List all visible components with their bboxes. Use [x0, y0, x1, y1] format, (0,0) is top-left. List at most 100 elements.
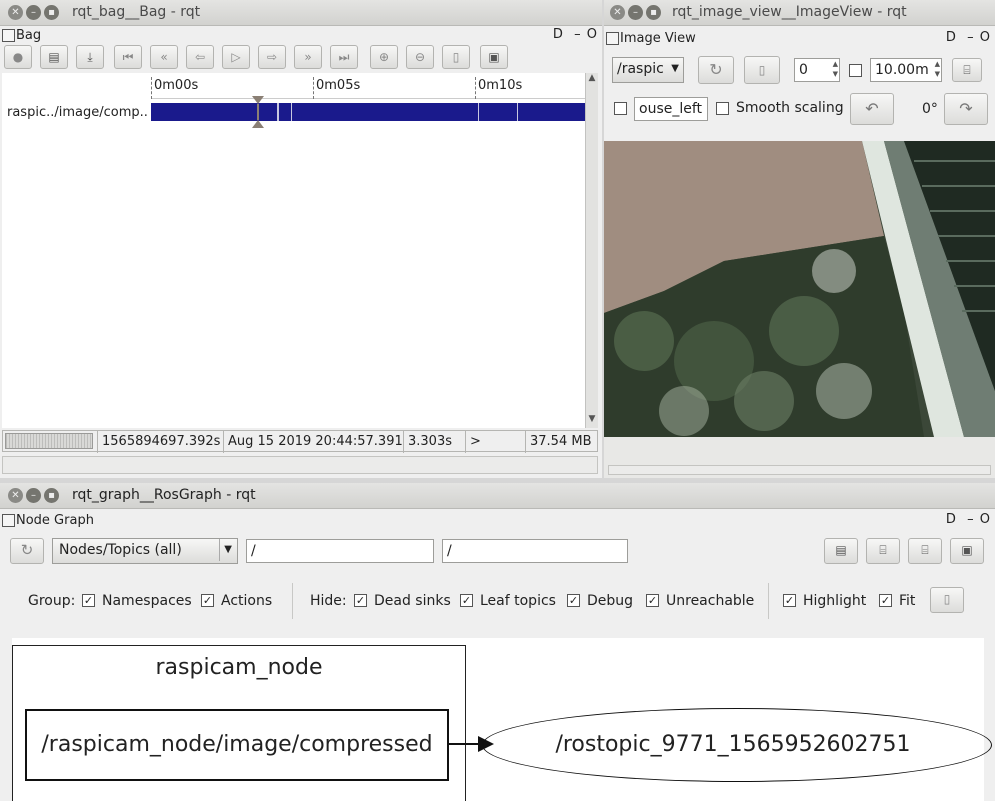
zoom-in-button[interactable]: ⊕: [370, 45, 398, 69]
max-range-value: 10.00m: [875, 62, 929, 78]
tick-label: 0m10s: [478, 78, 523, 93]
dock-controls[interactable]: D – O: [946, 512, 991, 527]
window-title: rqt_graph__RosGraph - rqt: [72, 487, 256, 503]
dock-controls[interactable]: D – O: [553, 27, 598, 42]
camera-frame-graphic: [604, 141, 995, 437]
save-bag-button[interactable]: ⤓: [76, 45, 104, 69]
tick-label: 0m05s: [316, 78, 361, 93]
save-svg-button[interactable]: ⌸: [908, 538, 942, 564]
image-topic-value: /raspic: [617, 61, 664, 77]
dead-sinks-checkbox[interactable]: ✓: [354, 594, 367, 607]
leaf-topics-checkbox[interactable]: ✓: [460, 594, 473, 607]
bag-size-field: 37.54 MB: [525, 431, 599, 453]
load-dot-button[interactable]: ▤: [824, 538, 858, 564]
graph-titlebar[interactable]: ✕ – ▪ rqt_graph__RosGraph - rqt: [0, 483, 995, 509]
dock-title-bar[interactable]: Image View D – O: [604, 29, 995, 49]
save-image-button[interactable]: ▯: [744, 56, 780, 84]
max-range-field[interactable]: 10.00m ▲ ▼: [870, 58, 942, 82]
window-title: rqt_image_view__ImageView - rqt: [672, 4, 907, 20]
maximize-icon[interactable]: ▪: [646, 5, 661, 20]
group-label: Group:: [28, 593, 76, 609]
fit-checkbox[interactable]: ✓: [879, 594, 892, 607]
spin-arrows-icon[interactable]: ▲ ▼: [833, 59, 838, 79]
step-back-button[interactable]: ⇦: [186, 45, 214, 69]
dock-title: Image View: [620, 31, 696, 46]
topic-node[interactable]: /raspicam_node/image/compressed: [25, 709, 449, 781]
leaf-topics-label: Leaf topics: [480, 593, 556, 609]
graph-mode-select[interactable]: Nodes/Topics (all) ▼: [52, 538, 238, 564]
bag-toolbar: ● ▤ ⤓ ⏮ « ⇦ ▷ ⇨ » ⏭ ⊕ ⊖ ▯ ▣: [0, 45, 602, 71]
tick-label: 0m00s: [154, 78, 199, 93]
timeline-area[interactable]: 0m00s 0m05s 0m10s raspic../image/comp..: [2, 73, 585, 428]
camera-image[interactable]: [604, 141, 995, 437]
maximize-icon[interactable]: ▪: [44, 488, 59, 503]
timeline-scrollbar[interactable]: ▲ ▼: [585, 73, 598, 428]
thumbnails-button[interactable]: ▣: [480, 45, 508, 69]
settings-button[interactable]: ⌸: [952, 58, 982, 82]
go-to-start-button[interactable]: ⏮: [114, 45, 142, 69]
spin-value: 0: [799, 62, 808, 78]
namespaces-label: Namespaces: [102, 593, 192, 609]
bag-dock-icon: [2, 29, 15, 42]
record-button[interactable]: ●: [4, 45, 32, 69]
node-filter-input[interactable]: /: [246, 539, 434, 563]
dock-title-bar[interactable]: Node Graph D – O: [0, 511, 995, 531]
spin-arrows-icon[interactable]: ▲ ▼: [935, 59, 940, 79]
rotate-left-button[interactable]: ↶: [850, 93, 894, 125]
image-topic-select[interactable]: /raspic ▼: [612, 57, 684, 83]
mouse-topic-field[interactable]: ouse_left: [634, 97, 708, 121]
load-bag-button[interactable]: ▤: [40, 45, 68, 69]
graph-canvas[interactable]: raspicam_node /raspicam_node/image/compr…: [12, 638, 992, 801]
step-forward-button[interactable]: ⇨: [258, 45, 286, 69]
actions-checkbox[interactable]: ✓: [201, 594, 214, 607]
debug-checkbox[interactable]: ✓: [567, 594, 580, 607]
sink-node-label: /rostopic_9771_1565952602751: [555, 732, 911, 757]
fast-forward-button[interactable]: »: [294, 45, 322, 69]
fit-label: Fit: [899, 593, 916, 609]
graph-mode-value: Nodes/Topics (all): [59, 542, 182, 558]
playhead-marker[interactable]: [252, 96, 266, 128]
unreachable-checkbox[interactable]: ✓: [646, 594, 659, 607]
refresh-topics-button[interactable]: ↻: [698, 56, 734, 84]
options-separator: [292, 583, 293, 619]
sink-node[interactable]: /rostopic_9771_1565952602751: [482, 708, 992, 782]
playback-indicator: >: [465, 431, 525, 453]
close-icon[interactable]: ✕: [610, 5, 625, 20]
rotate-right-button[interactable]: ↷: [944, 93, 988, 125]
refresh-graph-button[interactable]: ↻: [10, 538, 44, 564]
rewind-button[interactable]: «: [150, 45, 178, 69]
close-icon[interactable]: ✕: [8, 5, 23, 20]
hide-label: Hide:: [310, 593, 347, 609]
maximize-icon[interactable]: ▪: [44, 5, 59, 20]
topic-message-bar[interactable]: [151, 103, 585, 121]
fit-view-button[interactable]: ▯: [930, 587, 964, 613]
options-separator: [768, 583, 769, 619]
publish-mouse-checkbox[interactable]: [614, 102, 627, 115]
minimize-icon[interactable]: –: [26, 5, 41, 20]
save-dot-button[interactable]: ⌸: [866, 538, 900, 564]
play-button[interactable]: ▷: [222, 45, 250, 69]
chevron-down-icon: ▼: [219, 539, 232, 561]
window-title: rqt_bag__Bag - rqt: [72, 4, 201, 20]
bag-titlebar[interactable]: ✕ – ▪ rqt_bag__Bag - rqt: [0, 0, 602, 26]
dead-sinks-label: Dead sinks: [374, 593, 451, 609]
topic-filter-input[interactable]: /: [442, 539, 628, 563]
elapsed-field: 3.303s: [403, 431, 465, 453]
dock-title-bar[interactable]: Bag D – O: [0, 26, 602, 46]
save-image-button[interactable]: ▣: [950, 538, 984, 564]
image-view-titlebar[interactable]: ✕ – ▪ rqt_image_view__ImageView - rqt: [604, 0, 995, 26]
minimize-icon[interactable]: –: [26, 488, 41, 503]
dynamic-range-checkbox[interactable]: [849, 64, 862, 77]
unreachable-label: Unreachable: [666, 593, 755, 609]
dock-controls[interactable]: D – O: [946, 30, 991, 45]
smooth-scaling-checkbox[interactable]: [716, 102, 729, 115]
highlight-checkbox[interactable]: ✓: [783, 594, 796, 607]
namespaces-checkbox[interactable]: ✓: [82, 594, 95, 607]
zoom-out-button[interactable]: ⊖: [406, 45, 434, 69]
node-cluster-box[interactable]: raspicam_node /raspicam_node/image/compr…: [12, 645, 466, 801]
spin-value-field[interactable]: 0 ▲ ▼: [794, 58, 840, 82]
zoom-reset-button[interactable]: ▯: [442, 45, 470, 69]
go-to-end-button[interactable]: ⏭: [330, 45, 358, 69]
close-icon[interactable]: ✕: [8, 488, 23, 503]
minimize-icon[interactable]: –: [628, 5, 643, 20]
